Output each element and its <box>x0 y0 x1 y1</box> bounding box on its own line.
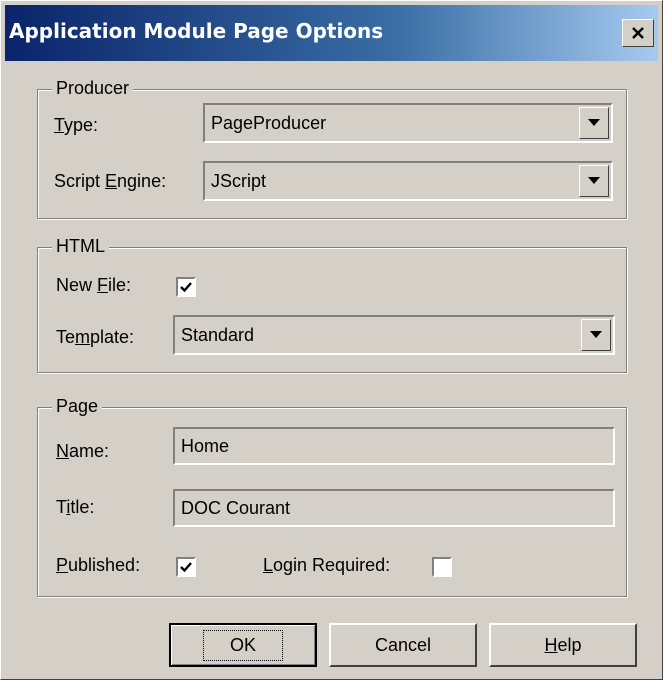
template-value: Standard <box>181 325 255 345</box>
type-combobox[interactable]: PageProducer <box>203 103 613 143</box>
dialog-window: Application Module Page Options Producer… <box>0 0 663 680</box>
script-engine-dropdown-button[interactable] <box>579 165 609 197</box>
script-engine-combobox[interactable]: JScript <box>203 161 613 201</box>
type-value: PageProducer <box>211 113 327 133</box>
title-label: Title: <box>56 497 95 517</box>
chevron-down-icon <box>588 119 600 126</box>
page-legend: Page <box>52 396 103 417</box>
type-label: Type: <box>54 115 99 135</box>
published-checkbox[interactable] <box>176 557 196 577</box>
checkmark-icon <box>180 562 192 573</box>
checkmark-icon <box>180 282 192 293</box>
template-combobox[interactable]: Standard <box>173 315 615 355</box>
template-dropdown-button[interactable] <box>581 319 611 351</box>
login-required-checkbox[interactable] <box>432 557 452 577</box>
ok-button[interactable]: OK <box>169 623 317 667</box>
help-button[interactable]: Help <box>489 623 637 667</box>
published-label: Published: <box>56 555 141 575</box>
name-label: Name: <box>56 441 110 461</box>
chevron-down-icon <box>588 177 600 184</box>
new-file-label: New File: <box>56 275 132 295</box>
close-icon <box>632 27 644 39</box>
template-label: Template: <box>56 327 135 347</box>
title-field[interactable]: DOC Courant <box>173 489 615 527</box>
cancel-button[interactable]: Cancel <box>329 623 477 667</box>
window-title: Application Module Page Options <box>9 19 384 43</box>
chevron-down-icon <box>590 331 602 338</box>
script-engine-value: JScript <box>211 171 267 191</box>
html-legend: HTML <box>52 236 109 257</box>
login-required-label: Login Required: <box>263 555 391 575</box>
script-engine-label: Script Engine: <box>54 171 167 191</box>
type-dropdown-button[interactable] <box>579 107 609 139</box>
name-field[interactable]: Home <box>173 427 615 465</box>
name-value: Home <box>181 436 230 456</box>
close-button[interactable] <box>622 19 654 47</box>
title-value: DOC Courant <box>181 498 291 518</box>
title-bar[interactable]: Application Module Page Options <box>5 5 658 61</box>
producer-legend: Producer <box>52 78 134 99</box>
new-file-checkbox[interactable] <box>176 277 196 297</box>
